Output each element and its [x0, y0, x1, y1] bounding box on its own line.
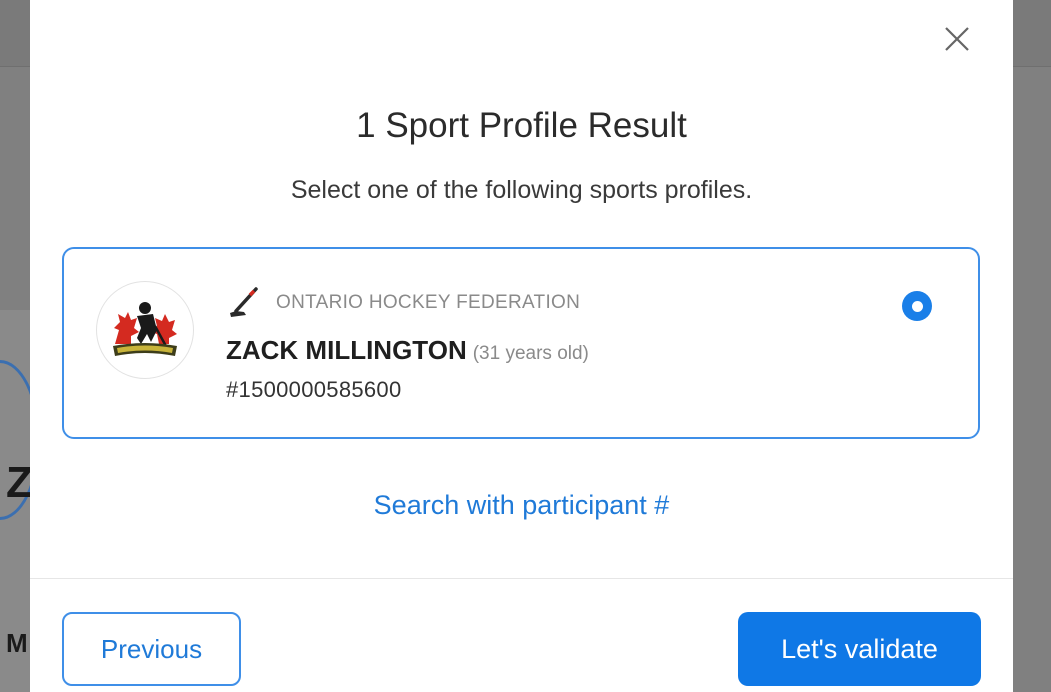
organization-name: ONTARIO HOCKEY FEDERATION [276, 292, 581, 313]
radio-dot-icon [911, 300, 923, 312]
player-age: (31 years old) [472, 343, 589, 364]
organization-logo [96, 281, 194, 379]
profile-radio-selected[interactable] [902, 291, 932, 321]
sport-profile-card[interactable]: ONTARIO HOCKEY FEDERATION ZACK MILLINGTO… [62, 247, 980, 439]
validate-button[interactable]: Let's validate [738, 612, 981, 686]
hockey-federation-logo [113, 302, 177, 356]
previous-button[interactable]: Previous [62, 612, 241, 686]
player-info: ZACK MILLINGTON (31 years old) [226, 335, 589, 366]
hockey-stick-icon [230, 287, 258, 317]
sport-profile-modal: 1 Sport Profile Result Select one of the… [30, 0, 1013, 692]
footer-divider [30, 578, 1013, 579]
modal-subtitle: Select one of the following sports profi… [290, 176, 753, 204]
close-icon[interactable] [944, 26, 970, 52]
modal-title: 1 Sport Profile Result [356, 106, 687, 145]
participant-number: #1500000585600 [226, 377, 402, 402]
background-partial-text: M [6, 628, 28, 658]
search-participant-link[interactable]: Search with participant # [30, 490, 1013, 521]
player-name: ZACK MILLINGTON [226, 335, 467, 365]
close-button[interactable] [938, 20, 976, 58]
background-partial-text: Z [6, 458, 33, 507]
